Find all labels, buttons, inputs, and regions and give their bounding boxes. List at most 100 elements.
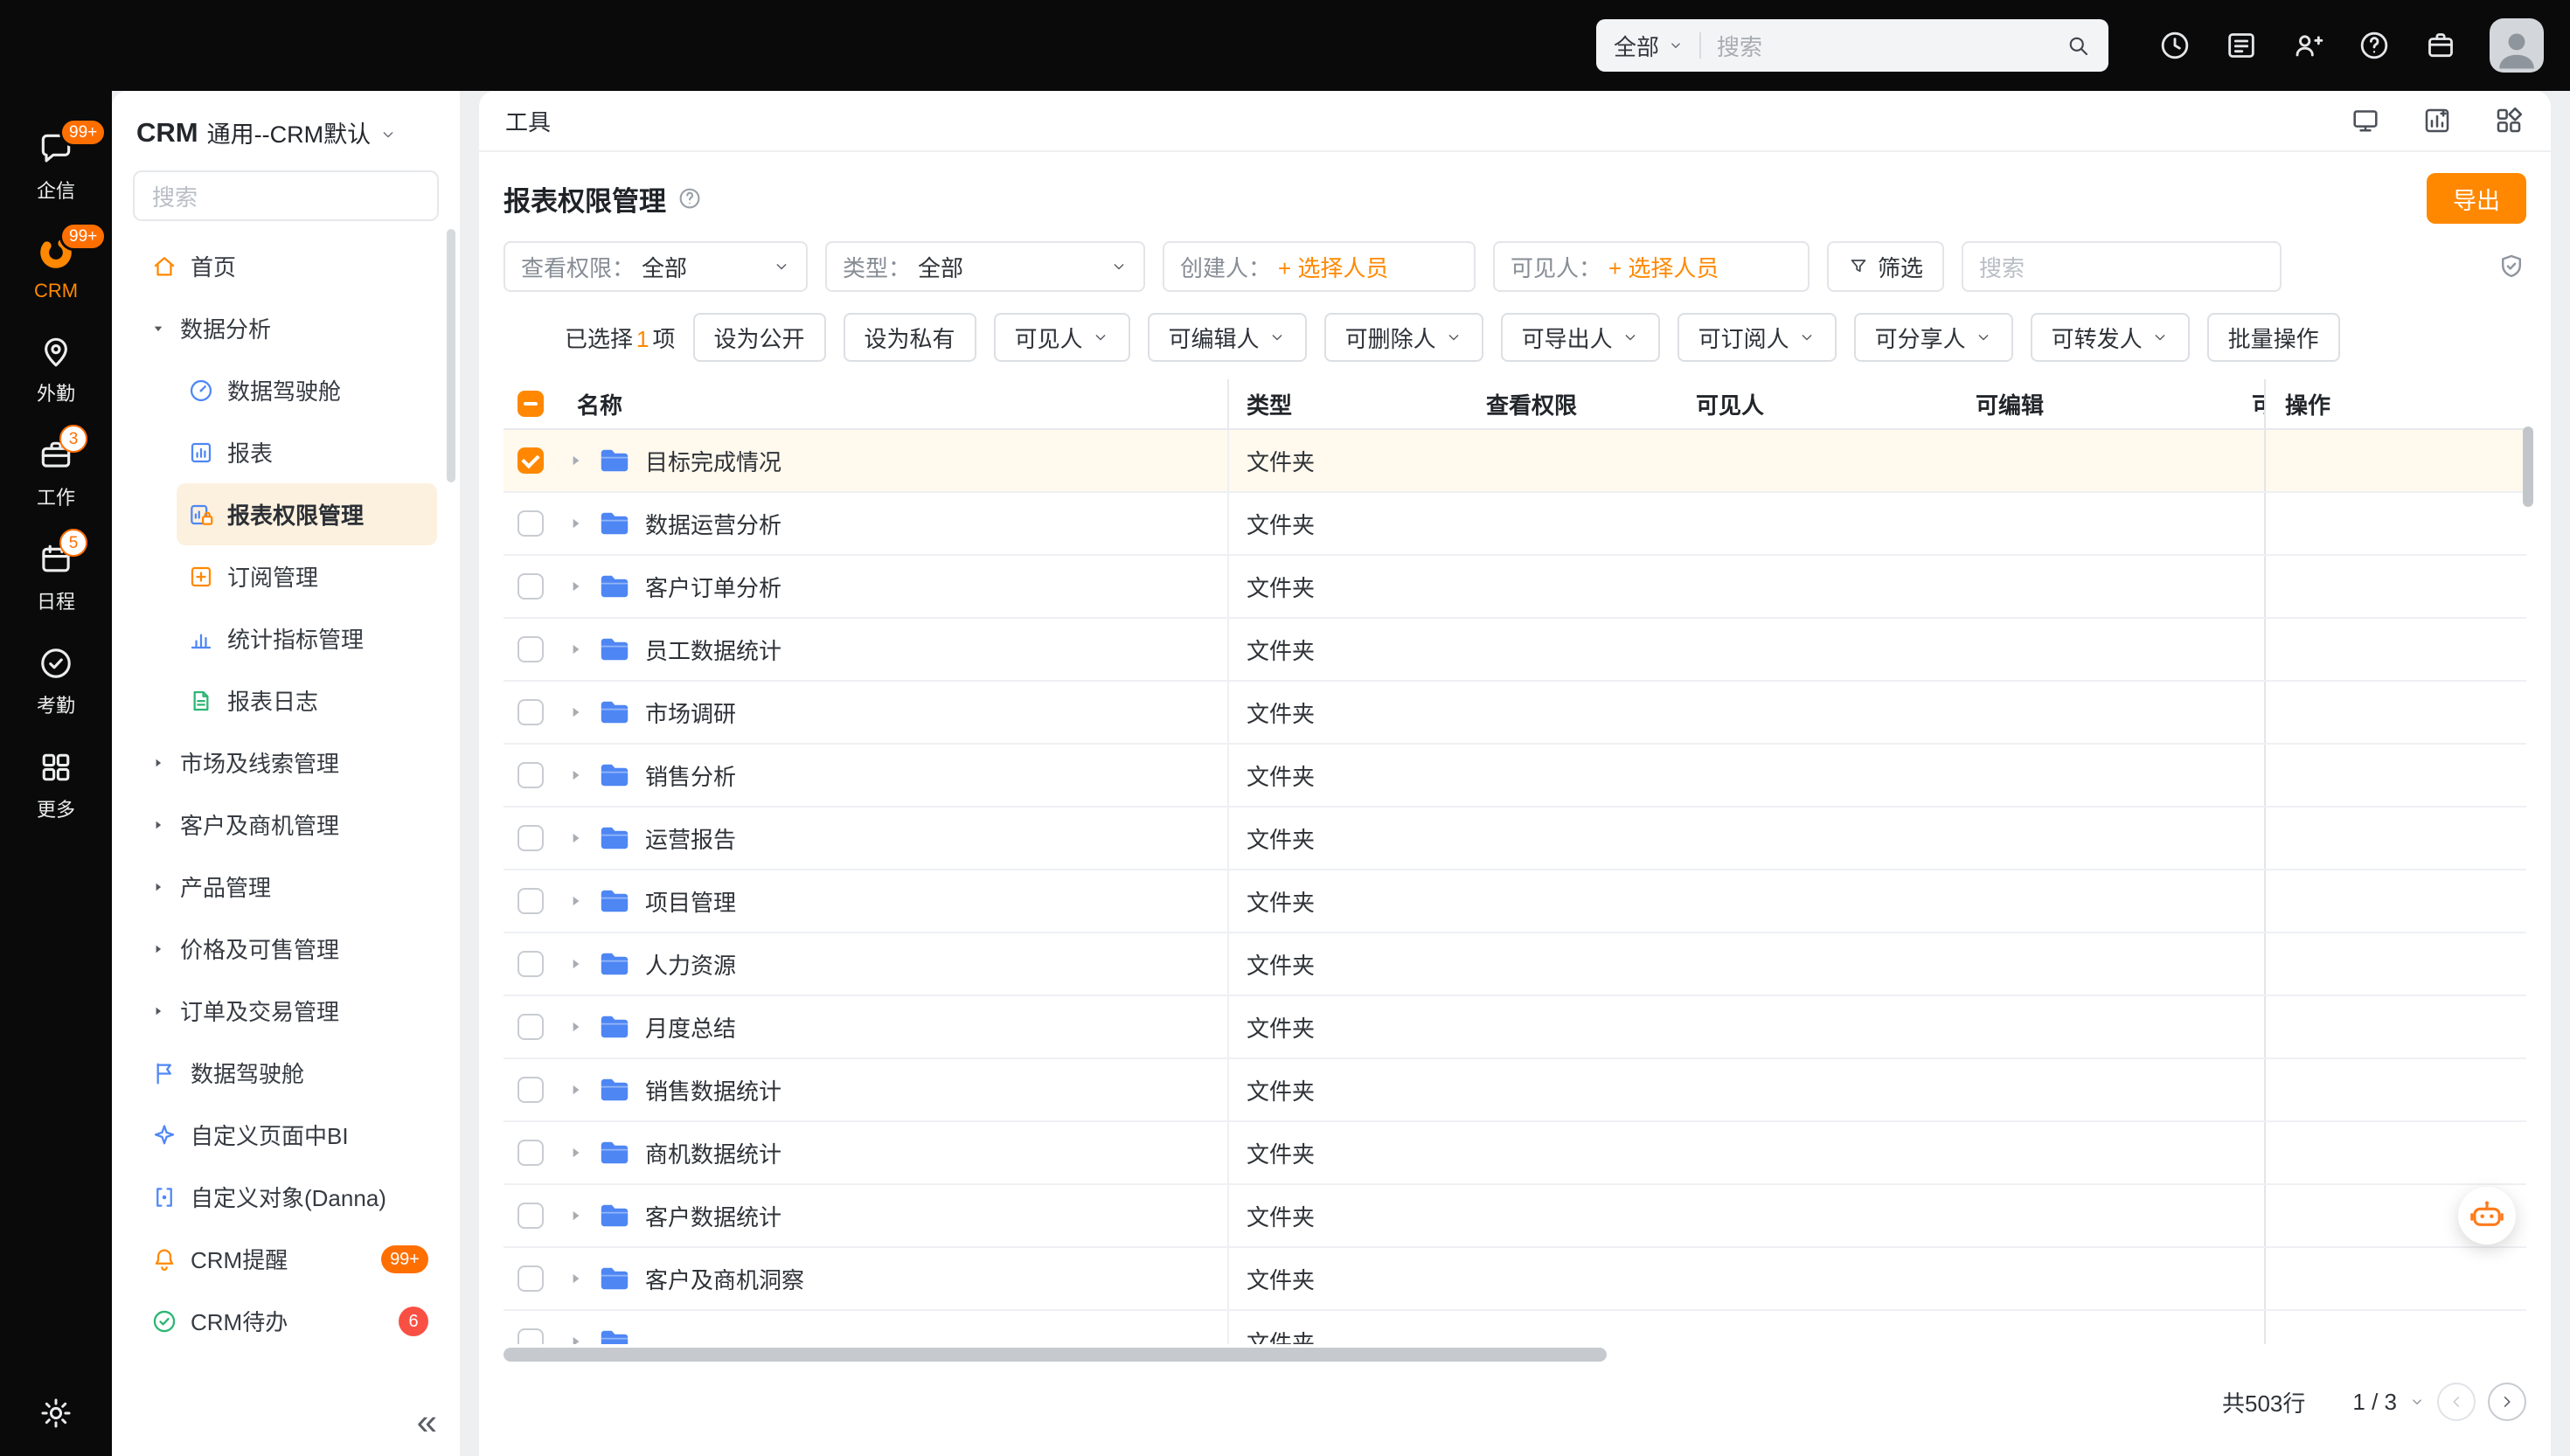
sidebar-item-report-log[interactable]: 报表日志 [177, 669, 437, 731]
action-deleters-button[interactable]: 可删除人 [1324, 313, 1483, 362]
row-checkbox[interactable] [517, 1014, 544, 1040]
shield-icon[interactable] [2497, 252, 2526, 281]
action-forwarders-button[interactable]: 可转发人 [2031, 313, 2190, 362]
expand-caret-icon[interactable] [566, 1081, 584, 1099]
expand-caret-icon[interactable] [566, 892, 584, 910]
row-checkbox[interactable] [517, 1140, 544, 1166]
column-header[interactable]: 类型 [1229, 388, 1469, 420]
table-row[interactable]: 项目管理文件夹 [504, 870, 2526, 933]
chevron-down-icon[interactable] [2409, 1394, 2425, 1410]
row-checkbox[interactable] [517, 951, 544, 977]
table-row[interactable]: 运营报告文件夹 [504, 808, 2526, 870]
row-checkbox[interactable] [517, 825, 544, 851]
row-name[interactable]: 销售数据统计 [645, 1074, 781, 1106]
choose-personnel-link[interactable]: + 选择人员 [1278, 251, 1388, 283]
apps-icon[interactable] [2493, 105, 2525, 136]
row-name[interactable]: 客户数据统计 [645, 1200, 781, 1232]
action-set-private-button[interactable]: 设为私有 [844, 313, 976, 362]
row-checkbox[interactable] [517, 1328, 544, 1344]
row-checkbox[interactable] [517, 762, 544, 788]
iconbar-item-more[interactable]: 更多 [0, 748, 112, 822]
sidebar-item-crm-todo[interactable]: CRM待办6 [112, 1290, 460, 1352]
history-icon[interactable] [2157, 28, 2192, 63]
action-visible-people-button[interactable]: 可见人 [994, 313, 1130, 362]
expand-caret-icon[interactable] [566, 1207, 584, 1224]
sidebar-header[interactable]: CRM 通用--CRM默认 [112, 115, 460, 149]
iconbar-item-schedule[interactable]: 5日程 [0, 540, 112, 614]
page-indicator[interactable]: 1 / 3 [2352, 1389, 2397, 1416]
sidebar-item-product-mgmt[interactable]: 产品管理 [112, 856, 460, 918]
action-set-public-button[interactable]: 设为公开 [693, 313, 826, 362]
row-name[interactable]: 月度总结 [645, 1011, 736, 1043]
row-checkbox[interactable] [517, 573, 544, 600]
help-icon[interactable] [677, 185, 703, 211]
sidebar-item-data-cockpit-flag[interactable]: 数据驾驶舱 [112, 1042, 460, 1104]
sidebar-scrollbar-thumb[interactable] [447, 229, 455, 482]
filter-view-permission[interactable]: 查看权限：全部 [504, 241, 808, 292]
iconbar-item-crm[interactable]: 99+CRM [0, 233, 112, 302]
expand-caret-icon[interactable] [566, 704, 584, 721]
iconbar-item-qixin[interactable]: 99+企信 [0, 129, 112, 204]
sidebar-item-order-trade[interactable]: 订单及交易管理 [112, 980, 460, 1042]
table-row[interactable]: 客户订单分析文件夹 [504, 556, 2526, 619]
table-row[interactable]: 员工数据统计文件夹 [504, 619, 2526, 682]
row-name[interactable]: 市场调研 [645, 697, 736, 729]
column-header[interactable]: 查看权限 [1469, 388, 1678, 420]
sidebar-item-report-permission[interactable]: 报表权限管理 [177, 483, 437, 545]
sidebar-item-home[interactable]: 首页 [112, 235, 460, 297]
table-row[interactable]: 客户数据统计文件夹 [504, 1185, 2526, 1248]
expand-caret-icon[interactable] [566, 829, 584, 847]
sidebar-item-data-cockpit[interactable]: 数据驾驶舱 [177, 359, 437, 421]
table-row[interactable]: 商机数据统计文件夹 [504, 1122, 2526, 1185]
table-row[interactable]: 数据运营分析文件夹 [504, 493, 2526, 556]
table-row[interactable]: 目标完成情况文件夹 [504, 430, 2526, 493]
expand-caret-icon[interactable] [566, 641, 584, 658]
expand-caret-icon[interactable] [566, 1270, 584, 1287]
assistant-bot-button[interactable] [2458, 1187, 2516, 1245]
export-button[interactable]: 导出 [2427, 173, 2526, 224]
row-name[interactable]: 客户订单分析 [645, 571, 781, 603]
table-row[interactable]: 文件夹 [504, 1311, 2526, 1344]
row-name[interactable]: 项目管理 [645, 885, 736, 918]
table-row[interactable]: 销售分析文件夹 [504, 745, 2526, 808]
row-name[interactable]: 员工数据统计 [645, 634, 781, 666]
sidebar-collapse-button[interactable]: « [417, 1404, 437, 1440]
row-name[interactable]: 销售分析 [645, 759, 736, 792]
next-page-button[interactable] [2488, 1383, 2526, 1421]
action-editors-button[interactable]: 可编辑人 [1148, 313, 1307, 362]
row-name[interactable]: 数据运营分析 [645, 508, 781, 540]
sidebar-item-market-leads[interactable]: 市场及线索管理 [112, 731, 460, 794]
row-name[interactable]: 目标完成情况 [645, 445, 781, 477]
sidebar-item-stat-metrics[interactable]: 统计指标管理 [177, 607, 437, 669]
expand-caret-icon[interactable] [566, 766, 584, 784]
global-search[interactable]: 全部 搜索 [1596, 19, 2108, 72]
iconbar-item-attendance[interactable]: 考勤 [0, 644, 112, 718]
settings-gear-icon[interactable] [38, 1395, 74, 1432]
sidebar-item-custom-bi[interactable]: 自定义页面中BI [112, 1104, 460, 1166]
contacts-icon[interactable] [2290, 28, 2325, 63]
expand-caret-icon[interactable] [566, 578, 584, 595]
filter-button[interactable]: 筛选 [1827, 241, 1944, 292]
table-row[interactable]: 市场调研文件夹 [504, 682, 2526, 745]
news-icon[interactable] [2224, 28, 2259, 63]
row-name[interactable]: 人力资源 [645, 948, 736, 981]
row-checkbox[interactable] [517, 1265, 544, 1292]
iconbar-item-waiqin[interactable]: 外勤 [0, 332, 112, 406]
column-header[interactable]: 可 [2238, 388, 2264, 420]
column-header[interactable]: 名称 [559, 379, 1229, 428]
sidebar-item-data-analysis[interactable]: 数据分析 [112, 297, 460, 359]
action-batch-button[interactable]: 批量操作 [2207, 313, 2340, 362]
table-row[interactable]: 客户及商机洞察文件夹 [504, 1248, 2526, 1311]
sidebar-item-crm-remind[interactable]: CRM提醒99+ [112, 1228, 460, 1290]
list-search-input[interactable]: 搜索 [1962, 241, 2282, 292]
new-chart-icon[interactable] [2421, 105, 2453, 136]
select-all-checkbox[interactable] [517, 391, 544, 417]
iconbar-item-work[interactable]: 3工作 [0, 436, 112, 510]
expand-caret-icon[interactable] [566, 955, 584, 973]
filter-type[interactable]: 类型：全部 [825, 241, 1145, 292]
workbench-icon[interactable] [2423, 28, 2458, 63]
row-checkbox[interactable] [517, 447, 544, 474]
horizontal-scrollbar-thumb[interactable] [504, 1348, 1607, 1362]
sidebar-item-subscription-mgmt[interactable]: 订阅管理 [177, 545, 437, 607]
row-name[interactable]: 客户及商机洞察 [645, 1263, 804, 1295]
